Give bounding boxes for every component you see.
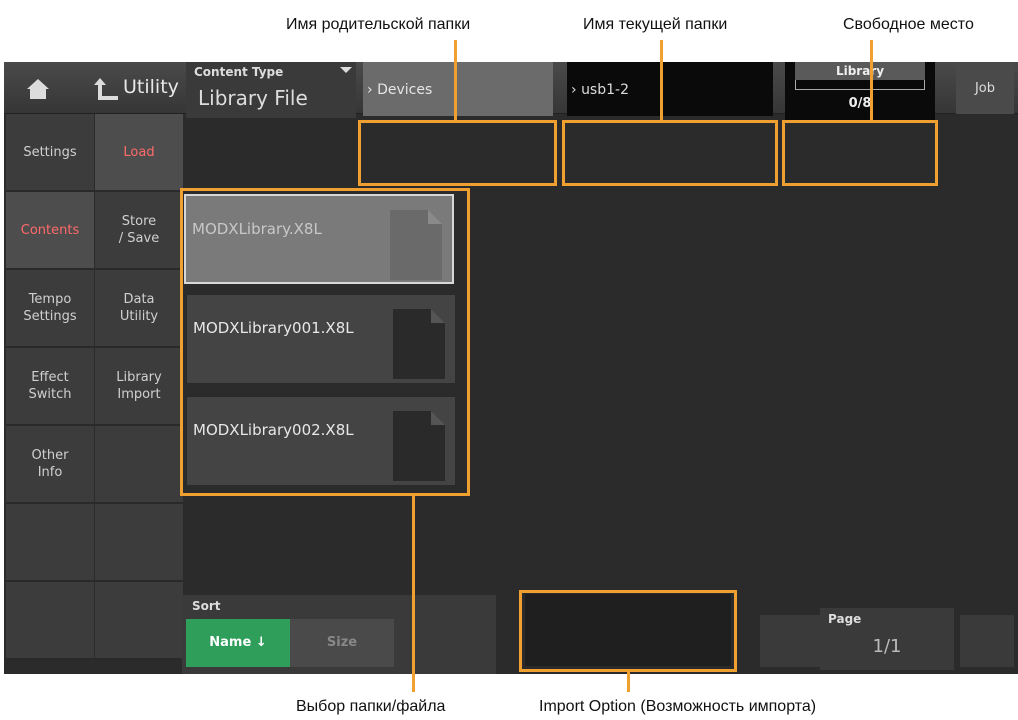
file-name: MODXLibrary001.X8L (193, 319, 354, 337)
sidebar-sub: Load Store / Save Data Utility Library I… (95, 114, 183, 660)
file-icon (393, 411, 445, 481)
callout-folder-file-select: Выбор папки/файла (296, 698, 446, 715)
file-icon (390, 210, 442, 280)
sort-by-size-button[interactable]: Size (290, 619, 394, 667)
back-arrow-icon[interactable] (94, 76, 122, 102)
breadcrumb-title: Utility (123, 76, 179, 98)
file-name: MODXLibrary.X8L (192, 220, 322, 238)
callout-line (454, 40, 457, 122)
subtab-data-utility[interactable]: Data Utility (95, 270, 183, 348)
sort-by-name-button[interactable]: Name ↓ (186, 619, 290, 667)
subtab-load[interactable]: Load (95, 114, 183, 192)
callout-line (660, 40, 663, 122)
page-value: 1/1 (872, 636, 902, 657)
file-item[interactable]: MODXLibrary.X8L (184, 194, 454, 284)
tab-empty-2 (6, 582, 94, 660)
content-type-select[interactable]: Content Type Library File (186, 62, 356, 118)
library-free-space: Library 0/8 (785, 62, 935, 120)
callout-line (412, 496, 415, 692)
content-type-value: Library File (198, 86, 308, 110)
tab-effect-switch[interactable]: Effect Switch (6, 348, 94, 426)
tab-other-info[interactable]: Other Info (6, 426, 94, 504)
callout-line (870, 40, 873, 122)
sidebar-main: Settings Contents Tempo Settings Effect … (6, 114, 94, 660)
tab-empty-1 (6, 504, 94, 582)
subtab-empty-3 (95, 582, 183, 660)
page-indicator: Page 1/1 (820, 608, 954, 670)
callout-parent-folder: Имя родительской папки (286, 16, 471, 33)
library-count: 0/8 (848, 96, 872, 111)
import-option-panel[interactable] (525, 594, 731, 666)
file-icon (393, 309, 445, 379)
file-item[interactable]: MODXLibrary001.X8L (186, 294, 456, 384)
subtab-library-import[interactable]: Library Import (95, 348, 183, 426)
content-type-label: Content Type (194, 65, 284, 79)
sort-panel: Sort Name ↓ Size (182, 595, 496, 674)
tab-settings[interactable]: Settings (6, 114, 94, 192)
chevron-right-icon: › (571, 82, 577, 98)
parent-folder-button[interactable]: › Devices (363, 62, 553, 116)
current-folder-display: › usb1-2 (567, 62, 773, 116)
file-name: MODXLibrary002.X8L (193, 421, 354, 439)
chevron-right-icon: › (367, 82, 373, 98)
device-screen: Utility FX ♩ 90 (4, 62, 1018, 674)
empty-panel (960, 615, 1014, 667)
callout-free-space: Свободное место (843, 16, 974, 33)
empty-panel (760, 615, 820, 667)
library-usage-bar (795, 80, 925, 90)
library-label: Library (795, 62, 925, 80)
home-icon[interactable] (26, 78, 50, 100)
tab-contents[interactable]: Contents (6, 192, 94, 270)
callout-current-folder: Имя текущей папки (583, 16, 728, 33)
subtab-store-save[interactable]: Store / Save (95, 192, 183, 270)
sort-label: Sort (192, 599, 221, 613)
page-label: Page (828, 612, 862, 626)
file-item[interactable]: MODXLibrary002.X8L (186, 396, 456, 486)
current-folder-name: usb1-2 (581, 82, 629, 98)
dropdown-arrow-icon (340, 67, 352, 73)
callout-import-option: Import Option (Возможность импорта) (539, 698, 817, 715)
callout-line (627, 670, 630, 692)
parent-folder-name: Devices (377, 82, 433, 98)
subtab-empty-1 (95, 426, 183, 504)
subtab-empty-2 (95, 504, 183, 582)
tab-tempo-settings[interactable]: Tempo Settings (6, 270, 94, 348)
job-button[interactable]: Job (956, 64, 1014, 114)
